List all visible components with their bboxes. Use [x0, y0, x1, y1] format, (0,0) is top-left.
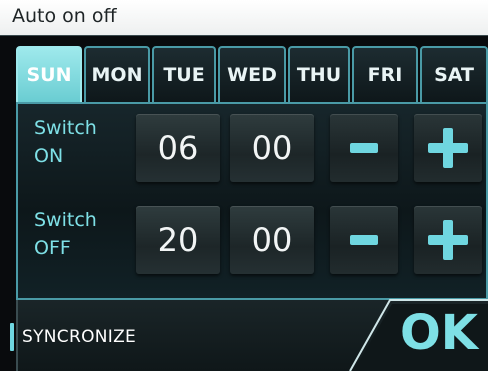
switch-off-label-line1: Switch	[34, 209, 97, 231]
switch-off-minus-button[interactable]	[330, 206, 398, 274]
title-bar: Auto on off	[0, 0, 488, 36]
plus-icon	[428, 128, 468, 168]
minus-icon	[350, 235, 378, 245]
switch-on-minus-button[interactable]	[330, 114, 398, 182]
switch-off-minute[interactable]: 00	[230, 206, 314, 274]
sync-indicator-icon	[10, 323, 14, 351]
switch-on-hour[interactable]: 06	[136, 114, 220, 182]
synchronize-label: SYNCRONIZE	[22, 327, 137, 347]
tab-fri[interactable]: FRI	[352, 46, 418, 102]
tab-tue[interactable]: TUE	[152, 46, 216, 102]
auto-on-off-window: Auto on off SUN MON TUE WED THU FRI SAT …	[0, 0, 488, 371]
switch-on-label: Switch ON	[34, 114, 97, 170]
switch-off-label-line2: OFF	[34, 237, 71, 259]
switch-off-label: Switch OFF	[34, 206, 97, 262]
synchronize-toggle[interactable]: SYNCRONIZE	[10, 322, 136, 352]
minus-icon	[350, 143, 378, 153]
tab-wed[interactable]: WED	[218, 46, 286, 102]
switch-on-minute[interactable]: 00	[230, 114, 314, 182]
tab-sat[interactable]: SAT	[420, 46, 488, 102]
switch-off-hour[interactable]: 20	[136, 206, 220, 274]
switch-on-label-line2: ON	[34, 145, 64, 167]
tab-thu[interactable]: THU	[288, 46, 350, 102]
ok-label: OK	[400, 305, 478, 361]
switch-on-plus-button[interactable]	[414, 114, 482, 182]
tab-mon[interactable]: MON	[84, 46, 150, 102]
tab-sun[interactable]: SUN	[16, 46, 82, 102]
day-tabs: SUN MON TUE WED THU FRI SAT	[16, 46, 488, 102]
plus-icon	[428, 220, 468, 260]
switch-off-plus-button[interactable]	[414, 206, 482, 274]
window-title: Auto on off	[12, 5, 117, 27]
switch-on-label-line1: Switch	[34, 117, 97, 139]
